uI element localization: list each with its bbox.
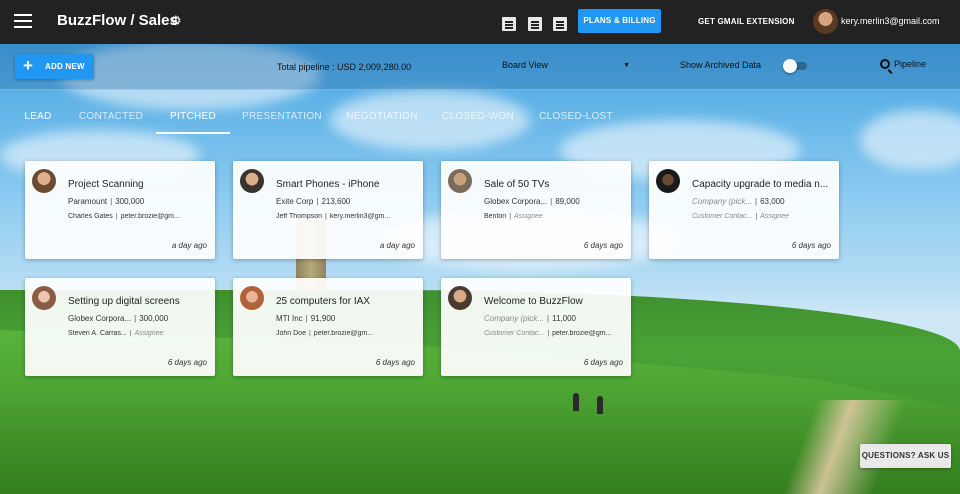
app-title: BuzzFlow / Sales [57,12,178,29]
total-pipeline: Total pipeline : USD 2,009,280.00 [277,62,412,72]
deal-contact: Steven A. Carras... [68,330,127,337]
deal-time: 6 days ago [167,358,207,367]
deal-card[interactable]: Welcome to BuzzFlow Company (pick... | 11,… [441,278,631,376]
plans-billing-button[interactable]: PLANS & BILLING [578,9,661,33]
avatar[interactable] [813,9,838,34]
avatar [448,169,472,193]
tab-closed-won[interactable]: CLOSED-WON [440,100,516,134]
deal-value: 213,600 [321,197,351,206]
deal-assignee: peter.brozie@gm... [120,213,180,220]
menu-icon[interactable] [14,14,32,28]
deal-assignee: Assignee [760,213,789,220]
gmail-extension-link[interactable]: GET GMAIL EXTENSION [698,17,795,26]
deal-company: Company (pick... [692,197,753,206]
deal-assignee: Assignee [514,213,543,220]
deal-card[interactable]: Capacity upgrade to media n... Company (… [649,161,839,259]
archived-toggle[interactable] [783,59,809,73]
deal-company: Paramount [68,197,108,206]
contacts-icon[interactable] [502,17,516,31]
deal-card[interactable]: Sale of 50 TVs Globex Corpora... | 89,000 … [441,161,631,259]
tab-presentation[interactable]: PRESENTATION [242,100,322,134]
top-bar: BuzzFlow / Sales ⚙ PLANS & BILLING GET G… [0,0,960,44]
deal-contact: Customer Contac... [484,330,545,337]
view-select-value: Board View [502,60,548,70]
deal-assignee: Assignee [134,330,164,337]
deal-value: 91,900 [310,314,336,323]
deal-time: a day ago [171,241,207,250]
deal-assignee: peter.brozie@gm... [313,330,374,337]
deal-title: 25 computers for IAX [276,296,370,307]
deal-company: Company (pick... [484,314,545,323]
deal-company: Exite Corp [276,197,314,206]
avatar [32,169,56,193]
deal-company: MTI Inc [276,314,303,323]
deal-title: Welcome to BuzzFlow [484,296,583,307]
company-icon[interactable] [528,17,542,31]
avatar [240,169,264,193]
deal-time: 6 days ago [583,241,623,250]
pipeline-search-label: Pipeline [894,59,927,69]
toolbar: + ADD NEW Total pipeline : USD 2,009,280… [0,44,960,90]
plus-icon: + [23,56,33,75]
deal-contact: Jeff Thompson [276,213,323,220]
deal-time: 6 days ago [583,358,623,367]
deal-title: Capacity upgrade to media n... [692,179,829,190]
deal-company: Globex Corpora... [68,314,132,323]
search-icon [880,59,890,69]
add-new-button[interactable]: + ADD NEW [15,54,94,79]
avatar [448,286,472,310]
deal-card[interactable]: Project Scanning Paramount | 300,000 Charl… [25,161,215,259]
avatar [656,169,680,193]
tab-negotiation[interactable]: NEGOTIATION [344,100,420,134]
deal-card[interactable]: Setting up digital screens Globex Corpor… [25,278,215,376]
tab-contacted[interactable]: CONTACTED [78,100,144,134]
caret-down-icon: ▼ [623,62,630,69]
deal-value: 300,000 [139,314,169,323]
deal-title: Sale of 50 TVs [484,179,550,190]
help-chat-button[interactable]: QUESTIONS? ASK US [860,444,951,468]
deal-card[interactable]: Smart Phones - iPhone Exite Corp | 213,600… [233,161,423,259]
clipboard-icon[interactable] [553,17,567,31]
deal-value: 11,000 [552,314,576,323]
deal-value: 300,000 [115,197,145,206]
deal-card[interactable]: 25 computers for IAX MTI Inc | 91,900 John… [233,278,423,376]
add-new-label: ADD NEW [45,62,85,71]
deal-time: 6 days ago [791,241,831,250]
avatar [240,286,264,310]
view-select[interactable]: Board View ▼ [502,60,630,76]
deal-value: 89,000 [555,197,580,206]
show-archived-label: Show Archived Data [680,60,762,70]
deal-contact: John Doe [276,330,306,337]
deal-company: Globex Corpora... [484,197,548,206]
deal-title: Setting up digital screens [68,296,180,307]
deal-time: a day ago [379,241,415,250]
pipeline-search[interactable]: Pipeline [880,59,926,69]
deal-contact: Customer Contac... [692,213,753,220]
deal-value: 63,000 [760,197,785,206]
user-email[interactable]: kery.merlin3@gmail.com [841,16,940,26]
deal-time: 6 days ago [375,358,415,367]
tab-closed-lost[interactable]: CLOSED-LOST [538,100,614,134]
deal-title: Project Scanning [68,179,144,190]
gear-icon[interactable]: ⚙ [170,13,182,29]
stage-tabs: LEAD CONTACTED PITCHED PRESENTATION NEGO… [0,100,960,136]
avatar [32,286,56,310]
tab-pitched[interactable]: PITCHED [156,100,230,134]
deal-contact: Benton [484,213,507,220]
deal-assignee: kery.merlin3@gm... [329,213,391,220]
deal-title: Smart Phones - iPhone [276,179,380,190]
deal-assignee: peter.brozie@gm... [552,330,612,337]
deal-contact: Charles Gates [68,213,113,220]
tab-lead[interactable]: LEAD [18,100,58,134]
